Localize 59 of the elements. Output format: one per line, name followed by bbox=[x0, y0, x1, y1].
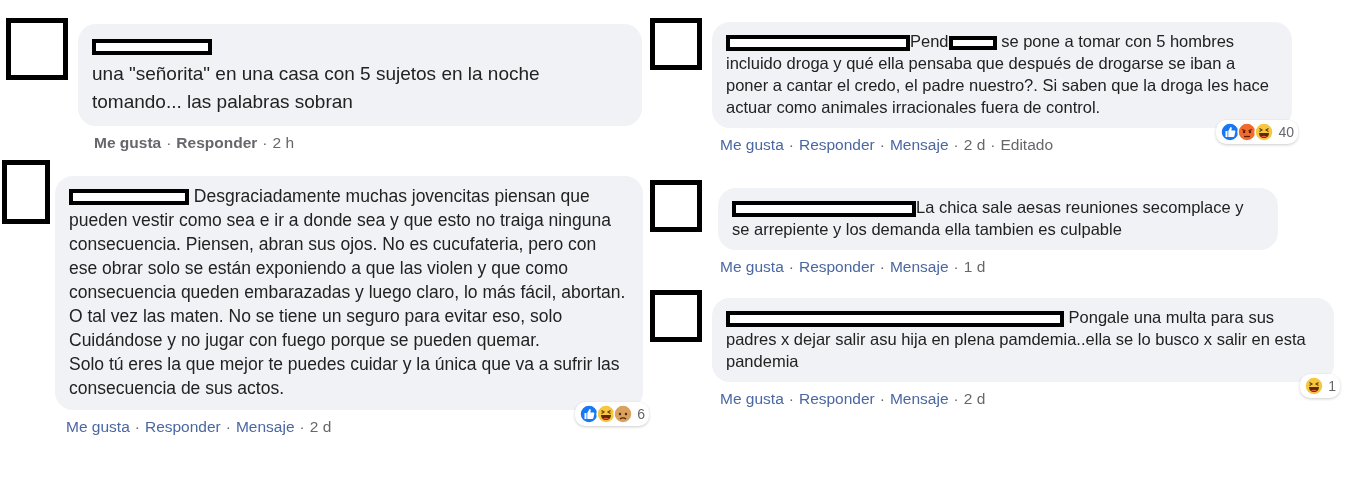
separator-dot: · bbox=[953, 258, 959, 276]
comment-action-link[interactable]: Responder bbox=[798, 136, 875, 154]
reaction-summary[interactable]: 6 bbox=[575, 402, 649, 426]
comment-time[interactable]: 2 d bbox=[963, 390, 986, 408]
comment-time[interactable]: 2 d bbox=[309, 418, 332, 436]
comment-action-link[interactable]: Responder bbox=[144, 418, 221, 436]
like-icon bbox=[1220, 122, 1241, 142]
sad-face-icon bbox=[613, 404, 634, 424]
comment-action-link[interactable]: Me gusta bbox=[94, 134, 162, 152]
separator-dot: · bbox=[788, 136, 794, 154]
comment-text: La chica sale aesas reuniones secomplace y se arrepiente y los demanda ella tambien es culpable bbox=[732, 197, 1245, 240]
avatar[interactable] bbox=[2, 160, 50, 224]
reaction-summary[interactable]: 40 bbox=[1216, 120, 1298, 144]
separator-dot: · bbox=[225, 418, 231, 436]
comment-time[interactable]: 1 d bbox=[963, 258, 986, 276]
separator-dot: · bbox=[166, 134, 172, 152]
comment-action-link[interactable]: Mensaje bbox=[889, 136, 949, 154]
comment-action-link[interactable]: Responder bbox=[798, 390, 875, 408]
separator-dot: · bbox=[299, 418, 305, 436]
separator-dot: · bbox=[879, 136, 885, 154]
comment-action-link[interactable]: Mensaje bbox=[235, 418, 295, 436]
reaction-count: 6 bbox=[637, 406, 645, 422]
laughing-face-icon bbox=[1254, 122, 1275, 142]
comment-action-link[interactable]: Mensaje bbox=[889, 390, 949, 408]
angry-face-icon bbox=[1237, 122, 1258, 142]
comment-text: Pend se pone a tomar con 5 hombres incluido droga y qué ella pensaba que después de drogarse se iban a poner a cantar el credo, el padre nuestro?. Si saben que la droga les hace actuar como animales irracionales fuera de control. bbox=[726, 31, 1271, 118]
comment-text: una "señorita" en una casa con 5 sujetos en la noche tomando... las palabras sobran bbox=[92, 32, 628, 116]
comment-time[interactable]: 2 d bbox=[963, 136, 986, 154]
separator-dot: · bbox=[262, 134, 268, 152]
reaction-summary[interactable]: 1 bbox=[1300, 374, 1340, 398]
reaction-count: 1 bbox=[1328, 378, 1336, 394]
comment-action-link[interactable]: Responder bbox=[798, 258, 875, 276]
separator-dot: · bbox=[953, 136, 959, 154]
comment-action-link[interactable]: Me gusta bbox=[66, 418, 130, 436]
separator-dot: · bbox=[879, 258, 885, 276]
edited-label: Editado bbox=[1000, 136, 1053, 154]
laughing-face-icon bbox=[1304, 376, 1325, 396]
comment-action-link[interactable]: Responder bbox=[176, 134, 258, 152]
comment-time[interactable]: 2 h bbox=[272, 134, 295, 152]
avatar[interactable] bbox=[650, 290, 702, 342]
avatar[interactable] bbox=[650, 180, 702, 232]
avatar[interactable] bbox=[6, 18, 68, 80]
comment-text: Desgraciadamente muchas jovencitas piensan que pueden vestir como sea e ir a donde sea y que esto no traiga ninguna consecuencia. Piensen, abran sus ojos. No es cucufateria, pero con ese obrar solo se están exponiendo a que las violen y que como consecuencia queden embarazadas y luego claro, lo más fácil, abortan. O tal vez las maten. No se tiene un seguro para evitar eso, solo Cuidándose y no jugar con fuego porque se pueden quemar. Solo tú eres la que mejor te puedes cuidar y la única que va a sufrir las consecuencia de sus actos. bbox=[69, 185, 627, 400]
comment-action-link[interactable]: Me gusta bbox=[720, 136, 784, 154]
separator-dot: · bbox=[990, 136, 996, 154]
comment-action-link[interactable]: Me gusta bbox=[720, 390, 784, 408]
avatar[interactable] bbox=[650, 18, 702, 70]
redaction-bar bbox=[948, 35, 997, 50]
separator-dot: · bbox=[134, 418, 140, 436]
comment-action-link[interactable]: Me gusta bbox=[720, 258, 784, 276]
comment-text: Pongale una multa para sus padres x dejar salir asu hija en plena pamdemia..ella se lo busco x salir en esta pandemia bbox=[726, 307, 1307, 372]
like-icon bbox=[579, 404, 600, 424]
separator-dot: · bbox=[788, 258, 794, 276]
separator-dot: · bbox=[953, 390, 959, 408]
reaction-count: 40 bbox=[1278, 124, 1294, 140]
laughing-face-icon bbox=[596, 404, 617, 424]
comment-action-link[interactable]: Mensaje bbox=[889, 258, 949, 276]
separator-dot: · bbox=[879, 390, 885, 408]
separator-dot: · bbox=[788, 390, 794, 408]
